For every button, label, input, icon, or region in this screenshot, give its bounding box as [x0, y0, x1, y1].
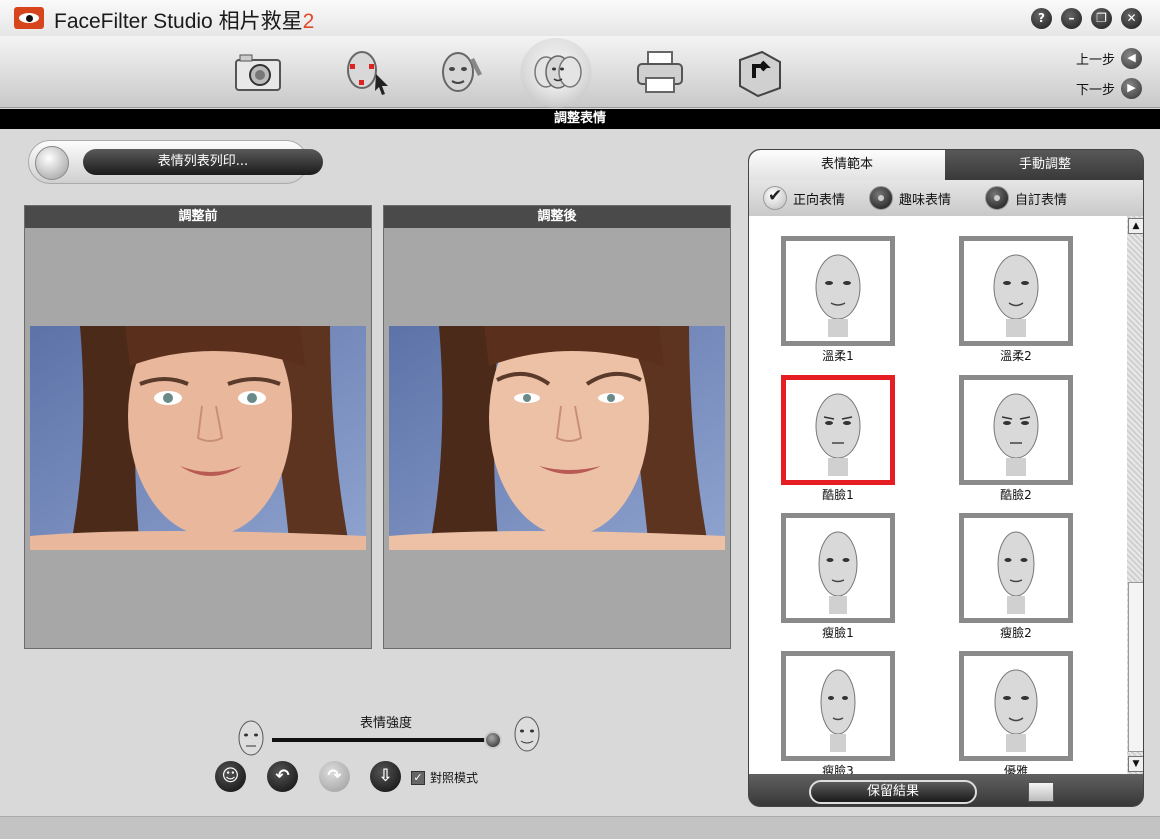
- neutral-face-icon: [236, 718, 266, 758]
- status-bar: [0, 816, 1160, 839]
- radio-label: 趣味表情: [899, 192, 952, 208]
- title-bar: FaceFilter Studio 相片救星2 ? – ❐ ✕: [0, 0, 1160, 36]
- template-label: 瘦臉2: [1000, 626, 1032, 640]
- restore-button[interactable]: ❐: [1091, 8, 1112, 29]
- template-tile[interactable]: 溫柔2: [959, 236, 1073, 364]
- radio-custom-expression[interactable]: 自訂表情: [985, 186, 1067, 210]
- face-edit-icon[interactable]: [434, 44, 490, 100]
- template-tile[interactable]: 優雅: [959, 651, 1073, 774]
- scroll-down-icon[interactable]: ▼: [1128, 756, 1143, 772]
- printer-icon[interactable]: [632, 44, 688, 100]
- face-add-button[interactable]: ☺: [215, 761, 246, 792]
- radio-fun-expression[interactable]: 趣味表情: [869, 186, 951, 210]
- template-list-scrollbar[interactable]: ▲ ▼: [1127, 216, 1143, 774]
- after-photo: [389, 326, 725, 550]
- template-tile[interactable]: 酷臉2: [959, 375, 1073, 503]
- template-tile[interactable]: 瘦臉1: [781, 513, 895, 641]
- undo-button[interactable]: ↶: [267, 761, 298, 792]
- expression-category-radios: 正向表情 趣味表情 自訂表情: [749, 180, 1143, 216]
- prev-step-button[interactable]: 上一步 ◀: [1076, 48, 1142, 69]
- face-select-icon[interactable]: [338, 44, 394, 100]
- camera-icon[interactable]: [230, 44, 286, 100]
- before-photo: [30, 326, 366, 550]
- tab-manual-adjust[interactable]: 手動調整: [945, 150, 1143, 180]
- template-tile[interactable]: 瘦臉3: [781, 651, 895, 774]
- template-tile[interactable]: 酷臉1: [781, 375, 895, 503]
- template-label: 酷臉2: [1000, 488, 1032, 502]
- template-panel-footer: 保留結果: [749, 774, 1143, 806]
- template-list: 溫柔1 溫柔2 酷臉1 酷臉2 瘦臉1 瘦臉2 瘦臉3 優雅: [749, 216, 1127, 774]
- arrow-right-icon: ▶: [1121, 78, 1142, 99]
- app-version: 2: [302, 10, 315, 33]
- template-label: 溫柔1: [822, 349, 854, 363]
- expression-faces-icon[interactable]: [520, 38, 592, 108]
- close-button[interactable]: ✕: [1121, 8, 1142, 29]
- template-tile[interactable]: 溫柔1: [781, 236, 895, 364]
- strong-face-icon: [512, 714, 542, 754]
- eyelash-icon[interactable]: [1028, 782, 1054, 802]
- save-image-button[interactable]: ⇩: [370, 761, 401, 792]
- radio-label: 正向表情: [793, 192, 846, 208]
- main-toolbar: 上一步 ◀ 下一步 ▶: [0, 36, 1160, 108]
- section-title: 調整表情: [0, 109, 1160, 129]
- expression-strength-label: 表情強度: [360, 716, 413, 731]
- after-panel-title: 調整後: [384, 206, 730, 228]
- scroll-up-icon[interactable]: ▲: [1128, 218, 1143, 234]
- redo-button[interactable]: ↷: [319, 761, 350, 792]
- arrow-left-icon: ◀: [1121, 48, 1142, 69]
- radio-unchecked-icon: [869, 186, 894, 210]
- radio-unchecked-icon: [985, 186, 1010, 210]
- tab-expression-templates[interactable]: 表情範本: [749, 150, 945, 180]
- print-list-button[interactable]: 表情列表列印...: [83, 149, 323, 175]
- template-label: 優雅: [1003, 764, 1028, 774]
- template-label: 瘦臉1: [822, 626, 854, 640]
- app-logo-eye-icon: [14, 7, 44, 29]
- before-panel-title: 調整前: [25, 206, 371, 228]
- compare-mode-label: 對照模式: [430, 771, 479, 785]
- keep-result-button[interactable]: 保留結果: [809, 780, 977, 804]
- app-title: FaceFilter Studio 相片救星2: [54, 10, 315, 33]
- template-label: 酷臉1: [822, 488, 854, 502]
- help-button[interactable]: ?: [1031, 8, 1052, 29]
- radio-checked-icon: [763, 186, 787, 210]
- minimize-button[interactable]: –: [1061, 8, 1082, 29]
- expression-template-panel: 表情範本 手動調整 正向表情 趣味表情 自訂表情 溫柔1 溫柔2 酷臉1 酷臉2…: [748, 149, 1144, 807]
- next-step-label: 下一步: [1075, 83, 1115, 98]
- scroll-thumb[interactable]: [1128, 582, 1143, 752]
- after-panel: 調整後: [383, 205, 731, 649]
- print-list-control: 表情列表列印...: [28, 140, 323, 184]
- next-step-button[interactable]: 下一步 ▶: [1076, 78, 1142, 99]
- prev-step-label: 上一步: [1075, 53, 1115, 68]
- compare-mode-checkbox[interactable]: ✓: [411, 770, 425, 785]
- template-label: 瘦臉3: [822, 764, 854, 774]
- template-tile[interactable]: 瘦臉2: [959, 513, 1073, 641]
- export-icon[interactable]: [732, 44, 788, 100]
- radio-label: 自訂表情: [1015, 192, 1068, 208]
- radio-positive-expression[interactable]: 正向表情: [763, 186, 845, 210]
- template-label: 溫柔2: [1000, 349, 1032, 363]
- app-title-cjk: 相片救星: [218, 10, 303, 33]
- before-panel: 調整前: [24, 205, 372, 649]
- compare-mode-toggle[interactable]: ✓ 對照模式: [411, 769, 478, 786]
- expression-strength-track[interactable]: [272, 738, 494, 742]
- expression-strength-handle[interactable]: [484, 731, 502, 749]
- printer-icon[interactable]: [35, 146, 69, 180]
